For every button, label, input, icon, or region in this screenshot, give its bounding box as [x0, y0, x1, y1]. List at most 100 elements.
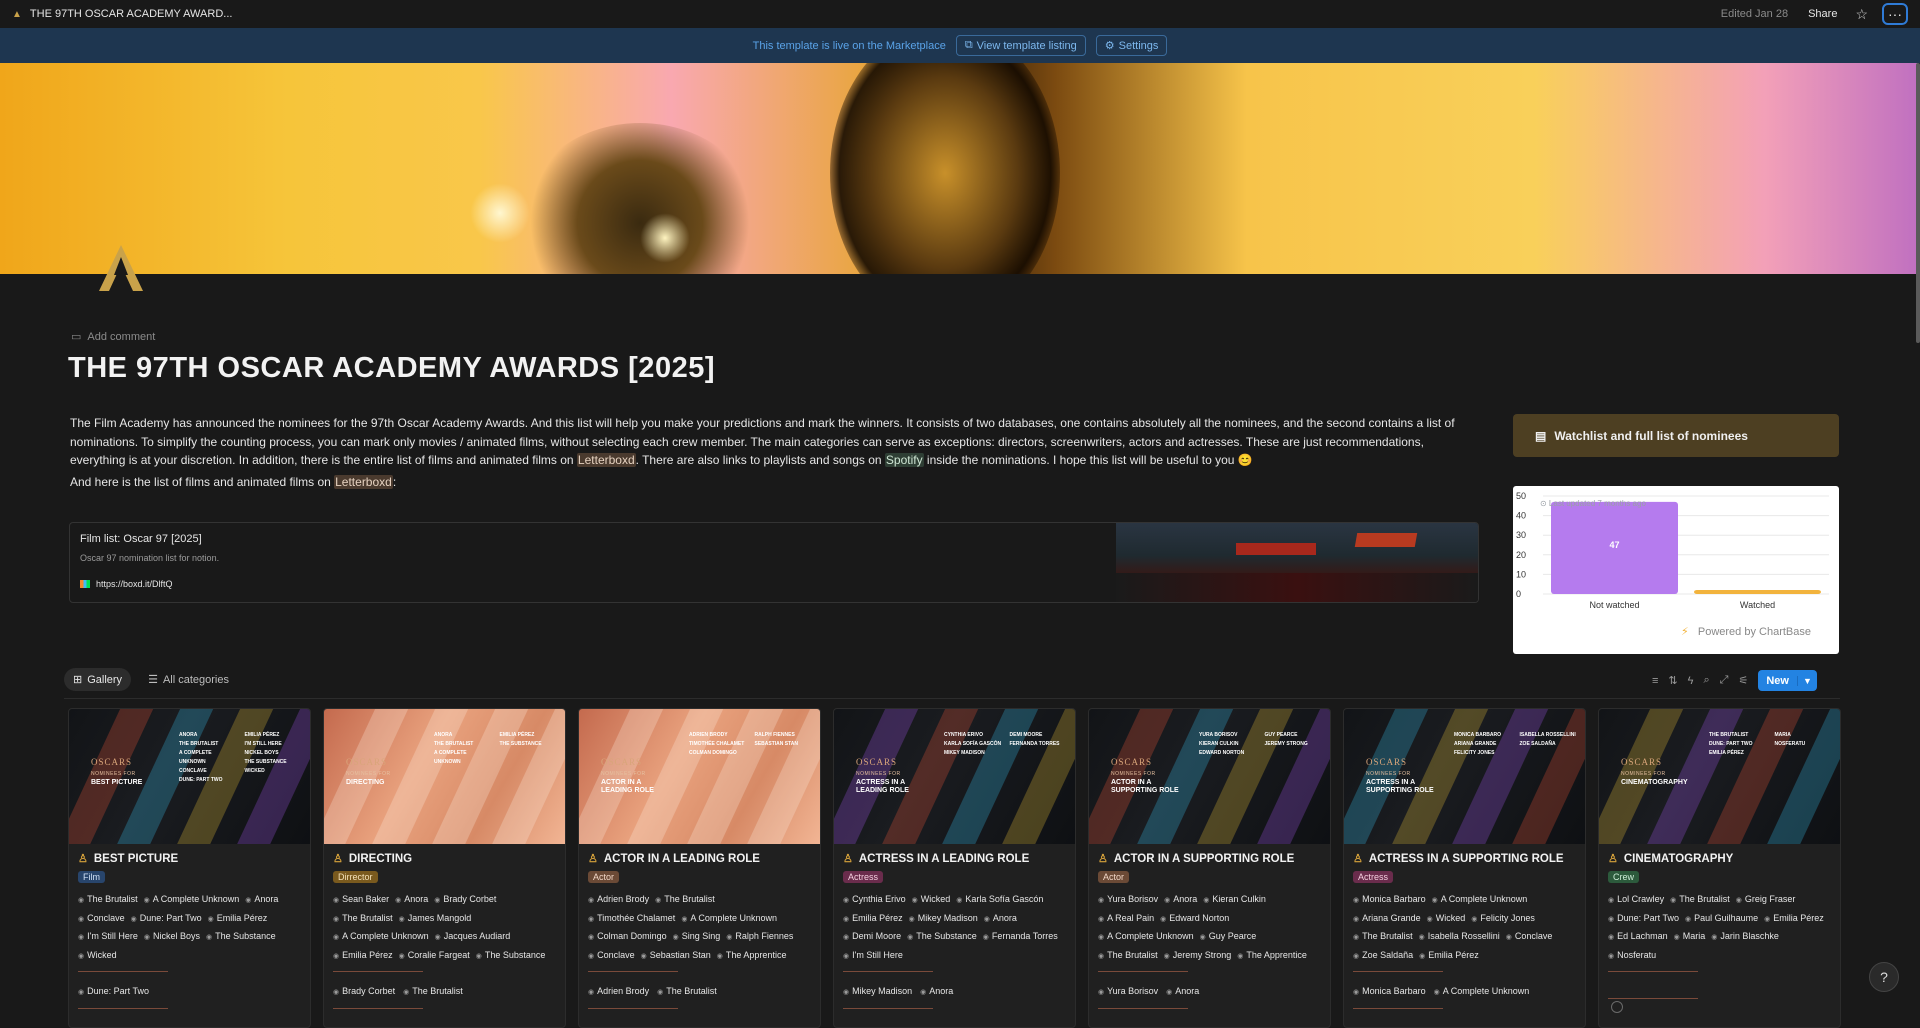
nominee-item[interactable]: Edward Norton: [1160, 910, 1229, 929]
winner-item[interactable]: Dune: Part Two: [78, 986, 149, 996]
nominee-item[interactable]: Dune: Part Two: [1608, 910, 1679, 929]
nominee-item[interactable]: Dune: Part Two: [131, 910, 202, 929]
card-title[interactable]: ♙ ACTRESS IN A LEADING ROLE: [834, 844, 1075, 866]
new-button[interactable]: New ▼: [1758, 670, 1817, 691]
nominee-item[interactable]: A Complete Unknown: [1432, 891, 1528, 910]
nominee-item[interactable]: Isabella Rossellini: [1419, 928, 1500, 947]
gallery-card[interactable]: OSCARS NOMINEES FOR ACTRESS IN A LEADING…: [833, 708, 1076, 1028]
nominee-item[interactable]: Anora: [395, 891, 428, 910]
winner-item[interactable]: Brady Corbet: [333, 986, 395, 996]
automation-icon[interactable]: ϟ: [1688, 675, 1694, 687]
cover-image[interactable]: [0, 63, 1918, 274]
winner-item[interactable]: Monica Barbaro: [1353, 986, 1426, 996]
nominee-item[interactable]: Conclave: [78, 910, 125, 929]
gallery-card[interactable]: OSCARS NOMINEES FOR CINEMATOGRAPHY THE B…: [1598, 708, 1841, 1028]
academy-logo-icon[interactable]: [97, 243, 145, 293]
nominee-item[interactable]: Emilia Pérez: [208, 910, 268, 929]
nominee-item[interactable]: Conclave: [1506, 928, 1553, 947]
nominee-item[interactable]: A Complete Unknown: [144, 891, 240, 910]
add-comment-button[interactable]: ▭ Add comment: [71, 330, 155, 344]
nominee-item[interactable]: Conclave: [588, 947, 635, 966]
nominee-item[interactable]: Colman Domingo: [588, 928, 667, 947]
nominee-item[interactable]: Lol Crawley: [1608, 891, 1664, 910]
favorite-star-icon[interactable]: ☆: [1855, 6, 1868, 23]
nominee-item[interactable]: Emilia Pérez: [1419, 947, 1479, 966]
nominee-item[interactable]: Emilia Pérez: [1764, 910, 1824, 929]
nominee-item[interactable]: The Brutalist: [1098, 947, 1158, 966]
card-title[interactable]: ♙ ACTRESS IN A SUPPORTING ROLE: [1344, 844, 1585, 866]
nominee-item[interactable]: I'm Still Here: [78, 928, 138, 947]
filter-icon[interactable]: ≡: [1652, 675, 1658, 687]
nominee-item[interactable]: Wicked: [912, 891, 951, 910]
nominee-item[interactable]: Sean Baker: [333, 891, 389, 910]
winner-item[interactable]: The Brutalist: [403, 986, 463, 996]
view-template-listing-button[interactable]: ⧉ View template listing: [955, 35, 1086, 56]
letterboxd-link[interactable]: Letterboxd: [576, 453, 636, 467]
nominee-item[interactable]: Sebastian Stan: [641, 947, 711, 966]
nominee-item[interactable]: Sing Sing: [673, 928, 721, 947]
winner-item[interactable]: A Complete Unknown: [1434, 986, 1530, 996]
winner-item[interactable]: Yura Borisov: [1098, 986, 1158, 996]
nominee-item[interactable]: The Substance: [206, 928, 276, 947]
nominee-item[interactable]: A Complete Unknown: [681, 910, 777, 929]
letterboxd-bookmark[interactable]: Film list: Oscar 97 [2025] Oscar 97 nomi…: [69, 522, 1479, 603]
more-options-button[interactable]: ···: [1882, 3, 1908, 25]
nominee-item[interactable]: Greig Fraser: [1736, 891, 1796, 910]
breadcrumb-page-title[interactable]: THE 97TH OSCAR ACADEMY AWARD...: [30, 8, 1721, 20]
nominee-item[interactable]: The Brutalist: [1353, 928, 1413, 947]
nominee-item[interactable]: Adrien Brody: [588, 891, 649, 910]
nominee-item[interactable]: Yura Borisov: [1098, 891, 1158, 910]
nominee-item[interactable]: A Complete Unknown: [1098, 928, 1194, 947]
nominee-item[interactable]: The Brutalist: [1670, 891, 1730, 910]
empty-checkbox-icon[interactable]: [1611, 1001, 1623, 1013]
nominee-item[interactable]: The Apprentice: [717, 947, 787, 966]
nominee-item[interactable]: Nosferatu: [1608, 947, 1656, 966]
nominee-item[interactable]: James Mangold: [399, 910, 472, 929]
nominee-item[interactable]: Guy Pearce: [1200, 928, 1257, 947]
nominee-item[interactable]: Ed Lachman: [1608, 928, 1668, 947]
nominee-item[interactable]: Emilia Pérez: [843, 910, 903, 929]
nominee-item[interactable]: The Substance: [476, 947, 546, 966]
card-title[interactable]: ♙ BEST PICTURE: [69, 844, 310, 866]
winner-item[interactable]: Anora: [1166, 986, 1199, 996]
nominee-item[interactable]: The Substance: [907, 928, 977, 947]
nominee-item[interactable]: Paul Guilhaume: [1685, 910, 1758, 929]
share-button[interactable]: Share: [1808, 8, 1837, 20]
card-title[interactable]: ♙ CINEMATOGRAPHY: [1599, 844, 1840, 866]
nominee-item[interactable]: Wicked: [1427, 910, 1466, 929]
nominee-item[interactable]: Ralph Fiennes: [726, 928, 793, 947]
tab-all-categories[interactable]: ☰ All categories: [139, 668, 238, 691]
expand-icon[interactable]: ⤢: [1720, 674, 1729, 687]
nominee-item[interactable]: Nickel Boys: [144, 928, 200, 947]
nominee-item[interactable]: Brady Corbet: [434, 891, 496, 910]
sort-icon[interactable]: ⇅: [1668, 674, 1677, 687]
gallery-card[interactable]: OSCARS NOMINEES FOR BEST PICTURE ANORA TH…: [68, 708, 311, 1028]
settings-sliders-icon[interactable]: ⚟: [1738, 674, 1748, 687]
nominee-item[interactable]: A Complete Unknown: [333, 928, 429, 947]
nominee-item[interactable]: Anora: [984, 910, 1017, 929]
nominee-item[interactable]: Monica Barbaro: [1353, 891, 1426, 910]
chevron-down-icon[interactable]: ▼: [1796, 675, 1817, 686]
nominee-item[interactable]: Ariana Grande: [1353, 910, 1421, 929]
nominee-item[interactable]: Timothée Chalamet: [588, 910, 675, 929]
nominee-item[interactable]: Zoe Saldaña: [1353, 947, 1413, 966]
winner-item[interactable]: Mikey Madison: [843, 986, 912, 996]
winner-item[interactable]: Adrien Brody: [588, 986, 649, 996]
card-title[interactable]: ♙ DIRECTING: [324, 844, 565, 866]
nominee-item[interactable]: Anora: [1164, 891, 1197, 910]
nominee-item[interactable]: Jeremy Strong: [1164, 947, 1232, 966]
nominee-item[interactable]: Cynthia Erivo: [843, 891, 906, 910]
nominee-item[interactable]: Maria: [1674, 928, 1706, 947]
nominee-item[interactable]: Karla Sofía Gascón: [956, 891, 1043, 910]
nominee-item[interactable]: Coralie Fargeat: [399, 947, 470, 966]
nominee-item[interactable]: Kieran Culkin: [1203, 891, 1266, 910]
search-icon[interactable]: ⌕: [1703, 674, 1709, 687]
page-scrollbar[interactable]: [1916, 63, 1920, 343]
gallery-card[interactable]: OSCARS NOMINEES FOR ACTOR IN A SUPPORTIN…: [1088, 708, 1331, 1028]
nominee-item[interactable]: Felicity Jones: [1471, 910, 1535, 929]
nominee-item[interactable]: Jarin Blaschke: [1711, 928, 1779, 947]
page-title[interactable]: THE 97TH OSCAR ACADEMY AWARDS [2025]: [68, 352, 715, 385]
letterboxd-link[interactable]: Letterboxd: [334, 475, 393, 489]
gallery-card[interactable]: OSCARS NOMINEES FOR ACTOR IN A LEADING R…: [578, 708, 821, 1028]
nominee-item[interactable]: Demi Moore: [843, 928, 901, 947]
